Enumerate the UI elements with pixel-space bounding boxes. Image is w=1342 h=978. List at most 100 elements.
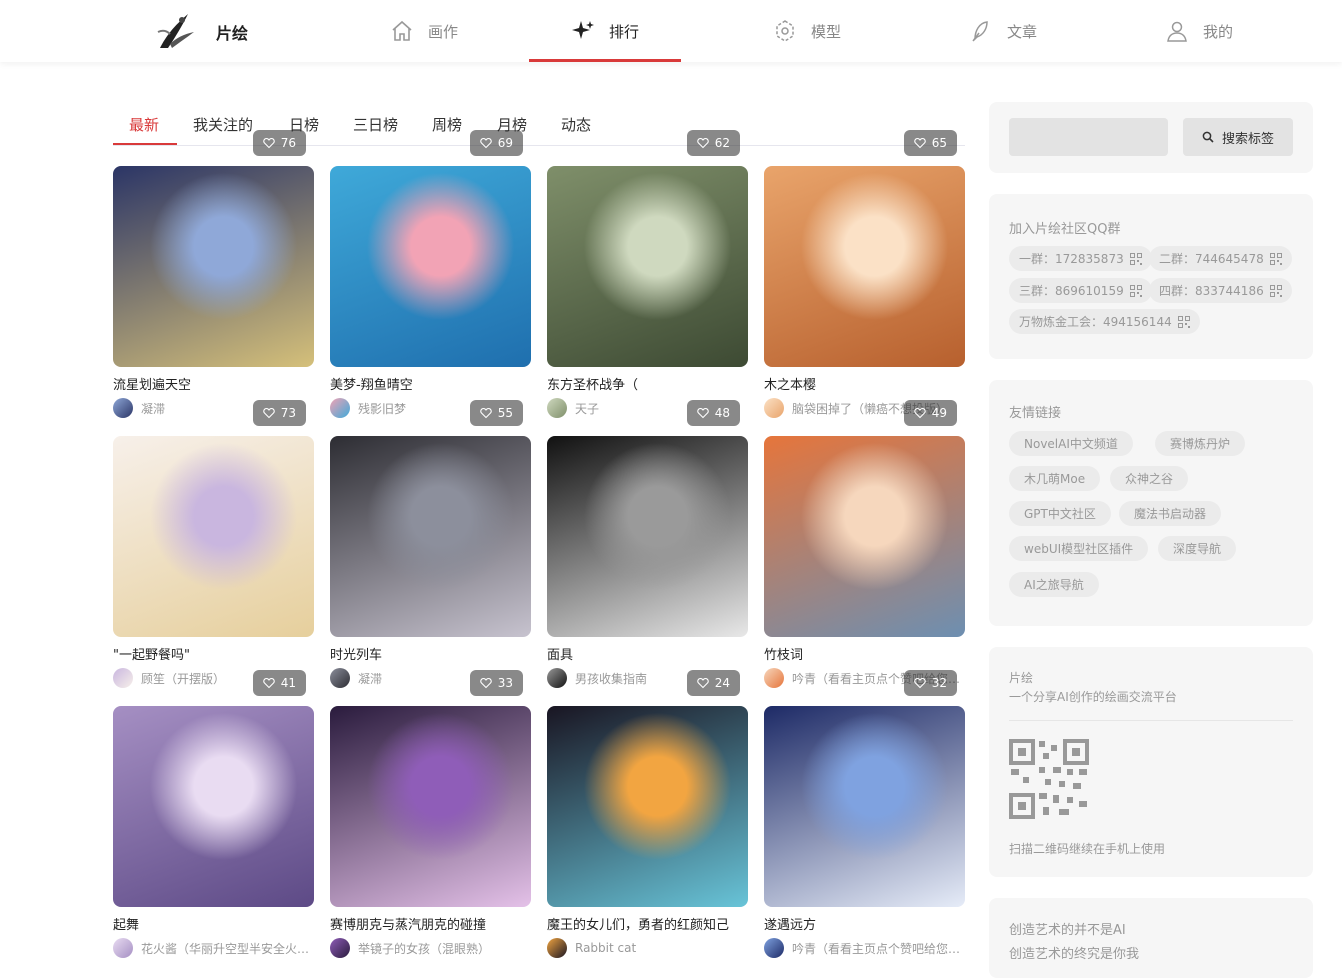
author-name: 吟青（看看主页点个赞吧给您磕头了） bbox=[792, 941, 965, 956]
avatar bbox=[113, 398, 133, 418]
author-name: 举镜子的女孩（混眼熟） bbox=[358, 941, 491, 956]
nav-item-profile[interactable]: 我的 bbox=[1144, 0, 1254, 62]
top-navigation: 片绘 画作 排行 模型 文章 我的 bbox=[0, 0, 1342, 62]
friend-link[interactable]: AI之旅导航 bbox=[1009, 572, 1099, 597]
tab-three-day[interactable]: 三日榜 bbox=[353, 114, 398, 135]
like-count[interactable]: 32 bbox=[903, 670, 957, 696]
friend-link[interactable]: GPT中文社区 bbox=[1009, 501, 1111, 526]
heart-icon bbox=[262, 677, 275, 689]
artwork-thumbnail[interactable] bbox=[330, 706, 531, 907]
tag-search-input[interactable] bbox=[1009, 118, 1168, 156]
about-name: 片绘 bbox=[1009, 671, 1034, 685]
tab-activity[interactable]: 动态 bbox=[561, 114, 591, 135]
qq-group-label: 三群：869610159 bbox=[1019, 284, 1124, 298]
artwork-author[interactable]: Rabbit cat bbox=[547, 938, 748, 958]
heart-icon bbox=[696, 137, 709, 149]
author-name: 花火酱（华丽升空型半安全火药） bbox=[141, 941, 314, 956]
nav-item-label: 画作 bbox=[427, 22, 458, 41]
avatar bbox=[547, 938, 567, 958]
author-name: 顾笙（开摆版） bbox=[141, 671, 226, 686]
like-count[interactable]: 55 bbox=[469, 400, 523, 426]
like-count[interactable]: 33 bbox=[469, 670, 523, 696]
like-count-value: 76 bbox=[280, 136, 296, 150]
like-count-value: 33 bbox=[497, 676, 513, 690]
friend-link[interactable]: webUI模型社区插件 bbox=[1009, 536, 1149, 561]
artwork-title[interactable]: 遂遇远方 bbox=[764, 914, 965, 933]
artwork-thumbnail[interactable] bbox=[330, 166, 531, 367]
artwork-thumbnail[interactable] bbox=[764, 436, 965, 637]
qq-group-label: 四群：833744186 bbox=[1159, 284, 1264, 298]
nav-item-ranking[interactable]: 排行 bbox=[552, 0, 658, 62]
friendly-links-title: 友情链接 bbox=[1009, 406, 1062, 421]
friend-link[interactable]: NovelAI中文频道 bbox=[1009, 431, 1133, 456]
nav-item-label: 我的 bbox=[1202, 22, 1233, 41]
tab-weekly[interactable]: 周榜 bbox=[432, 114, 462, 135]
artwork-thumbnail[interactable] bbox=[113, 166, 314, 367]
qq-group-chip[interactable]: 二群：744645478 bbox=[1149, 246, 1292, 271]
tab-latest[interactable]: 最新 bbox=[129, 114, 159, 135]
qr-hint: 扫描二维码继续在手机上使用 bbox=[1009, 842, 1166, 856]
friend-link[interactable]: 赛博炼丹炉 bbox=[1155, 431, 1246, 456]
search-tags-button[interactable]: 搜索标签 bbox=[1183, 118, 1293, 156]
qr-code-icon bbox=[1129, 252, 1142, 265]
avatar bbox=[764, 938, 784, 958]
like-count[interactable]: 65 bbox=[903, 130, 957, 156]
friend-link[interactable]: 魔法书启动器 bbox=[1119, 501, 1222, 526]
like-count[interactable]: 69 bbox=[469, 130, 523, 156]
brand-logo[interactable] bbox=[152, 8, 200, 54]
artwork-title[interactable]: 美梦-翔鱼晴空 bbox=[330, 374, 531, 393]
like-count[interactable]: 24 bbox=[686, 670, 740, 696]
nav-item-articles[interactable]: 文章 bbox=[948, 0, 1058, 62]
nav-item-models[interactable]: 模型 bbox=[752, 0, 862, 62]
artwork-thumbnail[interactable] bbox=[547, 706, 748, 907]
artwork-title[interactable]: 起舞 bbox=[113, 914, 314, 933]
friend-link[interactable]: 木几萌Moe bbox=[1009, 466, 1101, 491]
like-count-value: 73 bbox=[280, 406, 296, 420]
brand-name[interactable]: 片绘 bbox=[216, 20, 248, 44]
like-count[interactable]: 62 bbox=[686, 130, 740, 156]
artwork-thumbnail[interactable] bbox=[113, 436, 314, 637]
qq-group-chip[interactable]: 三群：869610159 bbox=[1009, 278, 1152, 303]
artwork-author[interactable]: 吟青（看看主页点个赞吧给您磕头了） bbox=[764, 938, 965, 958]
artwork-author[interactable]: 花火酱（华丽升空型半安全火药） bbox=[113, 938, 314, 958]
like-count[interactable]: 41 bbox=[252, 670, 306, 696]
qq-group-chip[interactable]: 一群：172835873 bbox=[1009, 246, 1152, 271]
artwork-thumbnail[interactable] bbox=[113, 706, 314, 907]
artwork-title[interactable]: 面具 bbox=[547, 644, 748, 663]
like-count[interactable]: 73 bbox=[252, 400, 306, 426]
slogan-line: 创造艺术的并不是AI bbox=[1009, 923, 1126, 938]
about-divider bbox=[1009, 720, 1293, 721]
artwork-title[interactable]: 东方圣杯战争（ bbox=[547, 374, 748, 393]
artwork-thumbnail[interactable] bbox=[330, 436, 531, 637]
artwork-title[interactable]: "一起野餐吗" bbox=[113, 644, 314, 663]
like-count-value: 32 bbox=[931, 676, 947, 690]
friend-link[interactable]: 深度导航 bbox=[1158, 536, 1237, 561]
tag-search-panel: 搜索标签 bbox=[989, 102, 1313, 173]
artwork-title[interactable]: 流星划遍天空 bbox=[113, 374, 314, 393]
tab-following[interactable]: 我关注的 bbox=[193, 114, 253, 135]
artwork-author[interactable]: 举镜子的女孩（混眼熟） bbox=[330, 938, 531, 958]
avatar bbox=[764, 398, 784, 418]
artwork-title[interactable]: 竹枝词 bbox=[764, 644, 965, 663]
artwork-thumbnail[interactable] bbox=[764, 706, 965, 907]
qr-code-icon bbox=[1269, 252, 1282, 265]
artwork-title[interactable]: 赛博朋克与蒸汽朋克的碰撞 bbox=[330, 914, 531, 933]
qq-group-chip[interactable]: 四群：833744186 bbox=[1149, 278, 1292, 303]
like-count[interactable]: 49 bbox=[903, 400, 957, 426]
artwork-title[interactable]: 时光列车 bbox=[330, 644, 531, 663]
qq-group-label: 二群：744645478 bbox=[1159, 252, 1264, 266]
like-count[interactable]: 48 bbox=[686, 400, 740, 426]
author-name: 凝滞 bbox=[358, 671, 383, 686]
qq-group-chip[interactable]: 万物炼金工会：494156144 bbox=[1009, 309, 1200, 334]
friend-link[interactable]: 众神之谷 bbox=[1110, 466, 1189, 491]
like-count[interactable]: 76 bbox=[252, 130, 306, 156]
artwork-thumbnail[interactable] bbox=[547, 166, 748, 367]
nav-item-artworks[interactable]: 画作 bbox=[360, 0, 488, 62]
artwork-title[interactable]: 木之本樱 bbox=[764, 374, 965, 393]
artwork-thumbnail[interactable] bbox=[547, 436, 748, 637]
active-nav-indicator bbox=[529, 59, 681, 62]
artwork-title[interactable]: 魔王的女儿们，勇者的红颜知己 bbox=[547, 914, 748, 933]
artwork-thumbnail[interactable] bbox=[764, 166, 965, 367]
about-description: 一个分享AI创作的绘画交流平台 bbox=[1009, 690, 1177, 704]
like-count-value: 41 bbox=[280, 676, 296, 690]
